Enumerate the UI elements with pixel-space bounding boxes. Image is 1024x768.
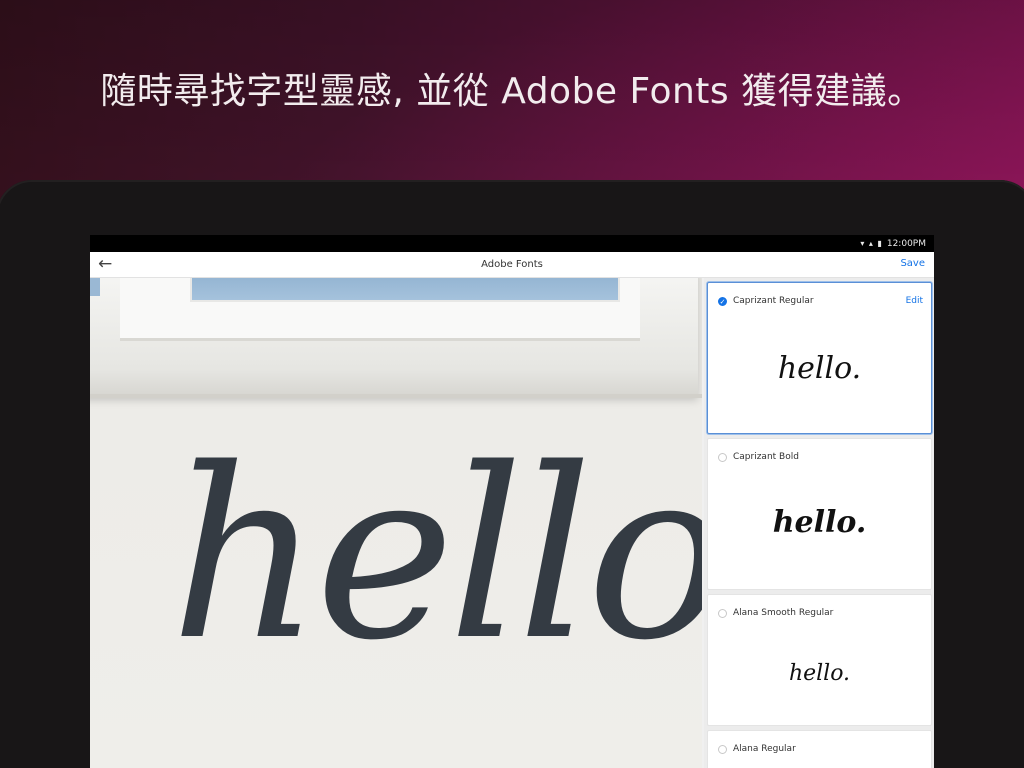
photo-hello-lettering: hello. (170, 419, 702, 692)
app-title: Adobe Fonts (481, 259, 543, 270)
font-name: Alana Smooth Regular (733, 608, 834, 618)
save-button[interactable]: Save (900, 258, 925, 269)
font-card-alana-regular[interactable]: Alana Regular (707, 730, 932, 768)
photo-window-frame (90, 278, 698, 394)
font-card-header: Alana Regular (718, 744, 796, 754)
font-card-header: Caprizant Bold (718, 452, 799, 462)
photo-sill-shadow (90, 394, 702, 398)
app-bar: ← Adobe Fonts Save (90, 252, 934, 278)
tablet-screen: ▾ ▴ ▮ 12:00PM ← Adobe Fonts Save hello. … (90, 235, 934, 768)
font-sample: hello. (772, 505, 867, 540)
font-card-header: Alana Smooth Regular (718, 608, 833, 618)
font-card-caprizant-bold[interactable]: Caprizant Bold hello. (707, 438, 932, 590)
photo-window-trim (120, 278, 640, 341)
signal-wifi-battery-icons: ▾ ▴ ▮ (860, 239, 883, 248)
main-content: hello. ✓ Caprizant Regular Edit hello. C… (90, 278, 934, 768)
radio-icon[interactable] (718, 608, 727, 618)
radio-icon[interactable] (718, 744, 727, 754)
captured-photo: hello. (90, 278, 702, 768)
font-sample: hello. (777, 351, 862, 386)
font-name: Alana Regular (733, 744, 796, 754)
font-card-header: ✓ Caprizant Regular (718, 296, 814, 306)
status-bar: ▾ ▴ ▮ 12:00PM (90, 235, 934, 252)
radio-icon[interactable] (718, 452, 727, 462)
font-name: Caprizant Regular (733, 296, 814, 306)
photo-window-glass (190, 278, 620, 302)
back-arrow-icon[interactable]: ← (98, 254, 112, 274)
edit-button[interactable]: Edit (906, 296, 923, 306)
font-suggestions-panel: ✓ Caprizant Regular Edit hello. Caprizan… (704, 278, 934, 768)
font-name: Caprizant Bold (733, 452, 799, 462)
font-card-caprizant-regular[interactable]: ✓ Caprizant Regular Edit hello. (707, 282, 932, 434)
font-sample: hello. (788, 661, 851, 686)
promo-headline: 隨時尋找字型靈感, 並從 Adobe Fonts 獲得建議。 (100, 71, 924, 112)
checkmark-icon[interactable]: ✓ (718, 296, 727, 306)
status-time: 12:00PM (886, 238, 926, 249)
font-card-alana-smooth-regular[interactable]: Alana Smooth Regular hello. (707, 594, 932, 726)
photo-window-glass-edge (90, 278, 100, 296)
